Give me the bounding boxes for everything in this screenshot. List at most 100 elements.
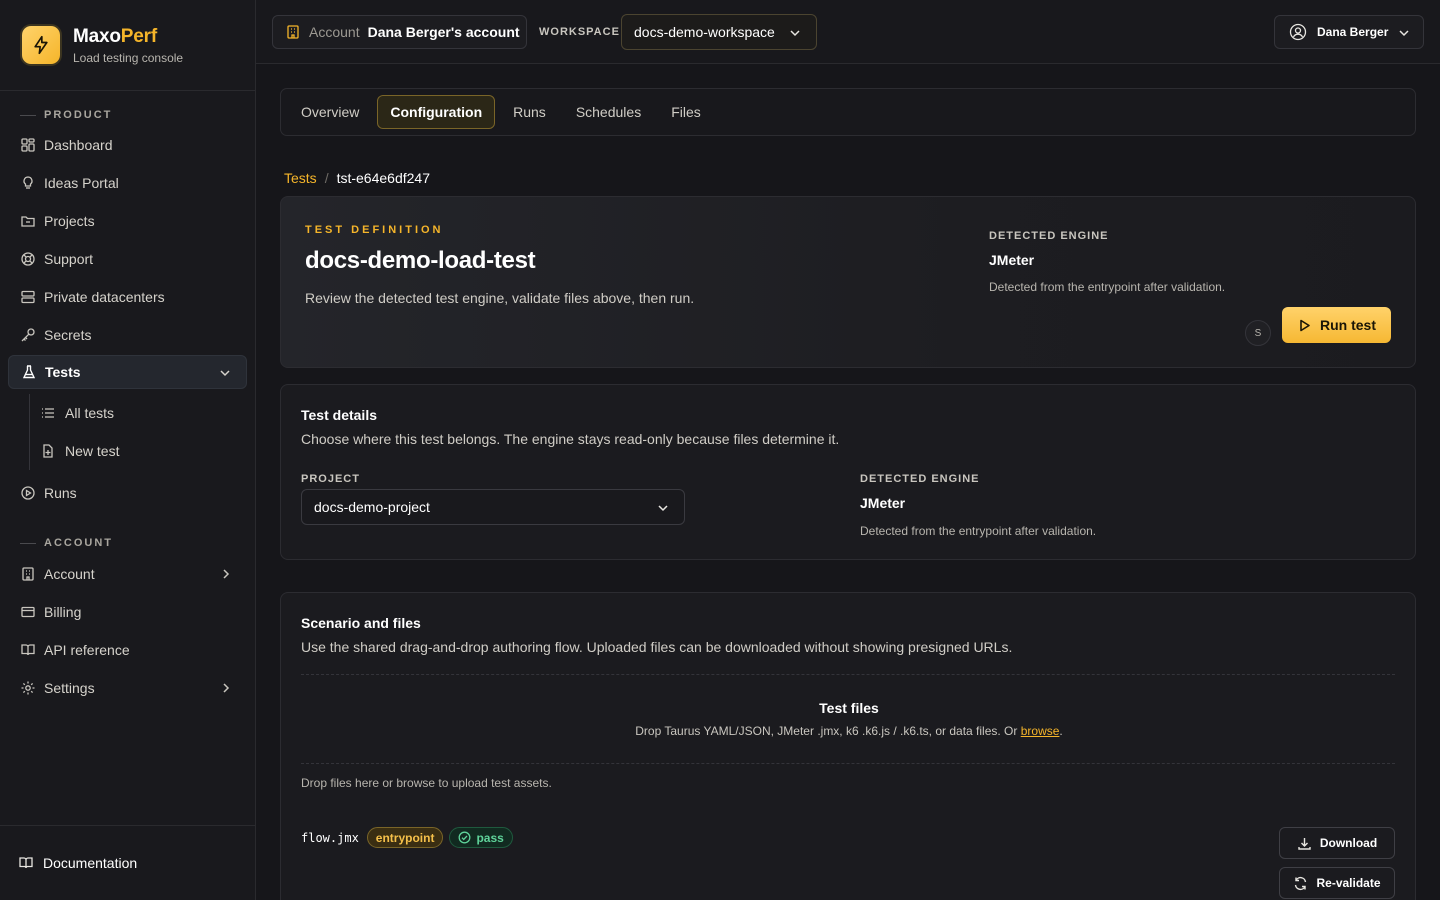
- tab-files[interactable]: Files: [659, 96, 713, 128]
- account-label: Account: [309, 24, 360, 40]
- status-badge: pass: [449, 827, 513, 848]
- grid-icon: [20, 137, 36, 153]
- user-menu-button[interactable]: Dana Berger: [1274, 15, 1424, 49]
- sidebar-item-label: Account: [44, 566, 95, 582]
- sidebar-item-label: Support: [44, 251, 94, 267]
- entrypoint-badge: entrypoint: [366, 827, 444, 848]
- sidebar-item-dashboard[interactable]: Dashboard: [8, 128, 247, 162]
- sidebar-item-label: API reference: [44, 642, 130, 658]
- chevron-right-icon[interactable]: [219, 681, 233, 695]
- chevron-down-icon[interactable]: [218, 366, 232, 380]
- test-definition-eyebrow: TEST DEFINITION: [305, 224, 444, 236]
- workspace-select[interactable]: docs-demo-workspace: [621, 14, 817, 50]
- lifebuoy-icon: [20, 251, 36, 267]
- chevron-down-icon: [656, 501, 670, 515]
- user-circle-icon: [1289, 23, 1307, 41]
- sidebar-item-label: Ideas Portal: [44, 175, 119, 191]
- refresh-icon: [1293, 876, 1308, 891]
- project-label: PROJECT: [301, 473, 360, 485]
- sidebar-item-label: Runs: [44, 485, 77, 501]
- sidebar-item-ideas-portal[interactable]: Ideas Portal: [8, 166, 247, 200]
- download-button[interactable]: Download: [1279, 827, 1395, 859]
- detected-engine-note: Detected from the entrypoint after valid…: [989, 280, 1226, 294]
- sidebar-item-all-tests[interactable]: All tests: [29, 396, 247, 430]
- key-icon: [20, 327, 36, 343]
- sidebar-item-label: Secrets: [44, 327, 92, 343]
- file-row: flow.jmx entrypoint pass: [301, 827, 519, 848]
- building-icon: [285, 24, 301, 40]
- detected-engine-value: JMeter: [989, 252, 1035, 268]
- keyboard-shortcut-hint: S: [1245, 320, 1271, 346]
- test-details-description: Choose where this test belongs. The engi…: [301, 431, 840, 447]
- brand-subtitle: Load testing console: [73, 50, 184, 65]
- sidebar-item-account[interactable]: Account: [8, 557, 247, 591]
- sidebar-item-label: All tests: [65, 405, 115, 421]
- nav-section-account: ACCOUNT: [0, 534, 113, 552]
- account-switcher[interactable]: Account Dana Berger's account: [272, 15, 527, 49]
- sidebar-item-private-datacenters[interactable]: Private datacenters: [8, 280, 247, 314]
- play-icon: [1297, 318, 1312, 333]
- test-details-title: Test details: [301, 407, 377, 423]
- brand-name: MaxoPerf: [73, 25, 157, 47]
- check-circle-icon: [458, 831, 471, 844]
- detected-engine-label: DETECTED ENGINE: [989, 230, 1109, 242]
- tab-bar: Overview Configuration Runs Schedules Fi…: [280, 88, 1416, 136]
- test-definition-card: TEST DEFINITION docs-demo-load-test Revi…: [280, 196, 1416, 368]
- sidebar-item-settings[interactable]: Settings: [8, 671, 247, 705]
- main-content: Overview Configuration Runs Schedules Fi…: [256, 64, 1440, 900]
- sidebar-item-label: Dashboard: [44, 137, 113, 153]
- divider: [301, 674, 1395, 675]
- download-label: Download: [1319, 836, 1378, 850]
- sidebar-item-label: Projects: [44, 213, 95, 229]
- revalidate-label: Re-validate: [1316, 876, 1381, 890]
- sidebar-item-label: New test: [65, 443, 120, 459]
- sidebar: MaxoPerf Load testing console PRODUCT Da…: [0, 0, 256, 900]
- sidebar-item-api-reference[interactable]: API reference: [8, 633, 247, 667]
- scenario-files-card: Scenario and files Use the shared drag-a…: [280, 592, 1416, 900]
- breadcrumb-current: tst-e64e6df247: [336, 170, 430, 186]
- brand: MaxoPerf Load testing console: [0, 0, 255, 91]
- revalidate-button[interactable]: Re-validate: [1279, 867, 1395, 899]
- breadcrumb-tests-link[interactable]: Tests: [284, 170, 317, 186]
- run-test-label: Run test: [1320, 317, 1376, 333]
- chevron-down-icon: [1397, 26, 1411, 40]
- detected-engine-label: DETECTED ENGINE: [860, 473, 980, 485]
- test-details-card: Test details Choose where this test belo…: [280, 384, 1416, 560]
- drop-zone-hint: Drop Taurus YAML/JSON, JMeter .jmx, k6 .…: [635, 724, 1063, 738]
- detected-engine-note: Detected from the entrypoint after valid…: [860, 524, 1097, 538]
- test-title: docs-demo-load-test: [305, 247, 536, 274]
- list-icon: [41, 406, 55, 420]
- divider: [301, 763, 1395, 764]
- sidebar-item-support[interactable]: Support: [8, 242, 247, 276]
- tab-schedules[interactable]: Schedules: [564, 96, 653, 128]
- gear-icon: [20, 680, 36, 696]
- detected-engine-value: JMeter: [860, 495, 906, 511]
- documentation-link[interactable]: Documentation: [0, 825, 256, 900]
- sidebar-item-projects[interactable]: Projects: [8, 204, 247, 238]
- chevron-right-icon[interactable]: [219, 567, 233, 581]
- documentation-label: Documentation: [43, 855, 138, 871]
- sidebar-item-label: Billing: [44, 604, 82, 620]
- workspace-value: docs-demo-workspace: [634, 24, 775, 40]
- tab-overview[interactable]: Overview: [289, 96, 371, 128]
- sidebar-item-billing[interactable]: Billing: [8, 595, 247, 629]
- file-plus-icon: [41, 444, 55, 458]
- sidebar-item-secrets[interactable]: Secrets: [8, 318, 247, 352]
- sidebar-item-tests[interactable]: Tests: [8, 355, 247, 389]
- tab-runs[interactable]: Runs: [501, 96, 558, 128]
- sidebar-item-label: Private datacenters: [44, 289, 165, 305]
- sidebar-item-runs[interactable]: Runs: [8, 476, 247, 510]
- sidebar-item-new-test[interactable]: New test: [29, 434, 247, 468]
- sidebar-item-label: Settings: [44, 680, 95, 696]
- card-icon: [20, 604, 36, 620]
- scenario-files-description: Use the shared drag-and-drop authoring f…: [301, 639, 1013, 655]
- workspace-label: WORKSPACE: [539, 26, 620, 38]
- project-select[interactable]: docs-demo-project: [301, 489, 685, 525]
- sidebar-item-label: Tests: [45, 364, 81, 380]
- account-value: Dana Berger's account: [367, 24, 520, 40]
- browse-link[interactable]: browse: [1021, 724, 1060, 738]
- run-test-button[interactable]: Run test: [1282, 307, 1391, 343]
- download-icon: [1297, 836, 1312, 851]
- tab-configuration[interactable]: Configuration: [377, 95, 496, 129]
- bolt-icon[interactable]: [22, 26, 60, 64]
